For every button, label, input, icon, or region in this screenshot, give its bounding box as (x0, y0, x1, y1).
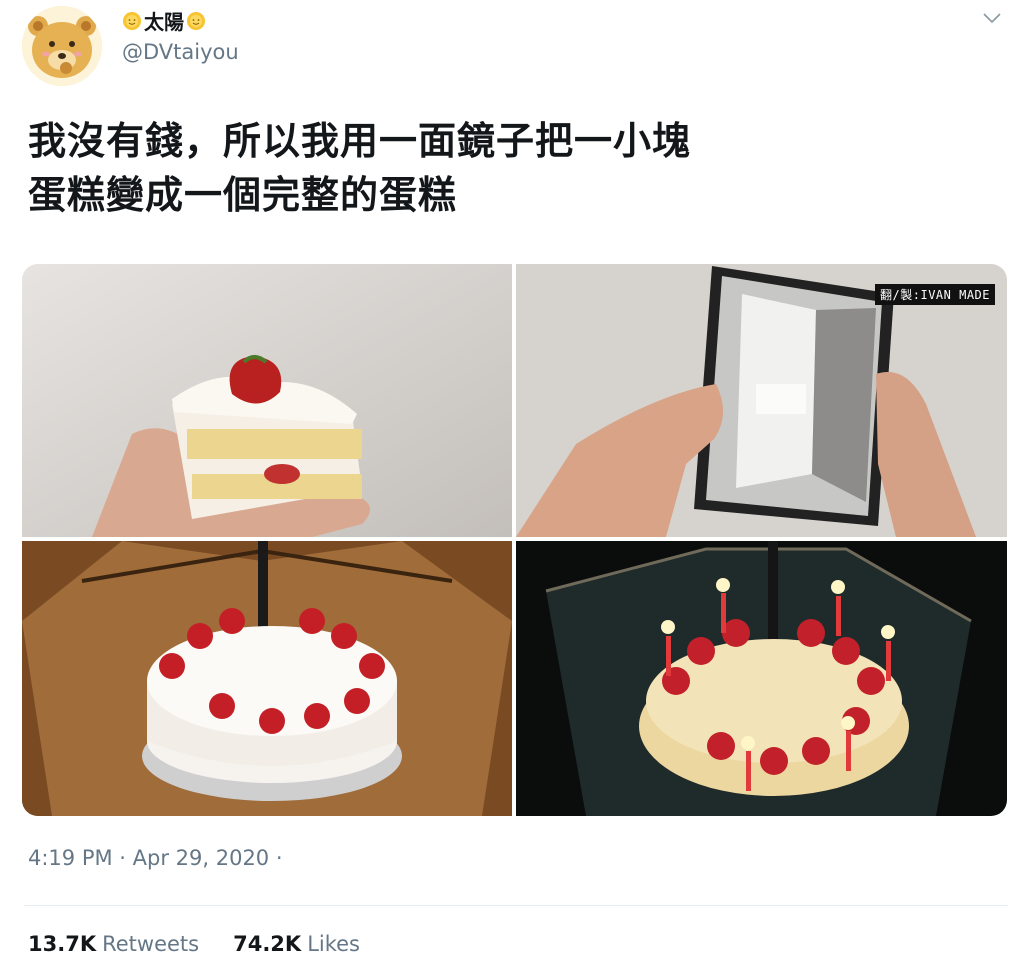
hand-holding-folding-mirror-photo[interactable]: 翻/製:IVAN MADE (516, 264, 1007, 537)
user-handle[interactable]: @DVtaiyou (122, 40, 239, 64)
tweet-text-line: 我沒有錢，所以我用一面鏡子把一小塊 (28, 119, 692, 163)
watermark-label: 翻/製:IVAN MADE (875, 284, 995, 305)
sun-icon (122, 11, 142, 31)
tweet-card: 太陽 @DVtaiyou 我沒有錢，所以我用一面鏡子把一小塊 蛋糕變成一個完整的… (0, 0, 1024, 973)
retweets-label: Retweets (102, 932, 200, 956)
display-name[interactable]: 太陽 (122, 6, 206, 35)
strawberry-shortcake-slice-photo[interactable] (22, 264, 512, 537)
likes-stat[interactable]: 74.2K Likes (233, 932, 360, 956)
tweet-timestamp[interactable]: 4:19 PM · Apr 29, 2020 · (28, 846, 283, 870)
retweets-stat[interactable]: 13.7K Retweets (28, 932, 199, 956)
mirrored-full-cake-photo[interactable] (22, 541, 512, 816)
mirrored-cake-with-candles-photo[interactable] (516, 541, 1007, 816)
bear-avatar-icon[interactable] (22, 6, 102, 86)
media-grid: 翻/製:IVAN MADE (22, 264, 1007, 816)
chevron-down-icon[interactable] (980, 8, 1004, 28)
tweet-text: 我沒有錢，所以我用一面鏡子把一小塊 蛋糕變成一個完整的蛋糕 (28, 114, 988, 222)
sun-icon (186, 11, 206, 31)
display-name-text: 太陽 (144, 10, 184, 34)
retweets-count: 13.7K (28, 932, 97, 956)
tweet-stats: 13.7K Retweets 74.2K Likes (28, 932, 394, 956)
likes-count: 74.2K (233, 932, 302, 956)
tweet-text-line: 蛋糕變成一個完整的蛋糕 (28, 173, 458, 217)
divider (24, 905, 1008, 906)
likes-label: Likes (307, 932, 360, 956)
